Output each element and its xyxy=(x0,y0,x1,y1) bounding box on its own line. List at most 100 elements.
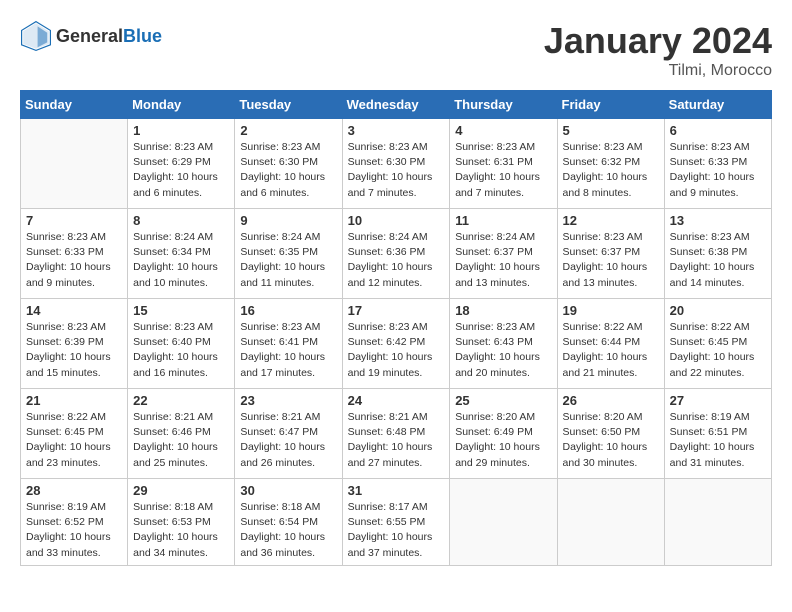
day-info: Sunrise: 8:20 AMSunset: 6:49 PMDaylight:… xyxy=(455,410,551,471)
weekday-header: Saturday xyxy=(664,91,771,119)
day-number: 17 xyxy=(348,303,445,318)
day-number: 12 xyxy=(563,213,659,228)
calendar-cell xyxy=(557,479,664,566)
day-number: 24 xyxy=(348,393,445,408)
month-title: January 2024 xyxy=(544,20,772,62)
logo-blue: Blue xyxy=(123,26,162,46)
calendar-cell: 12Sunrise: 8:23 AMSunset: 6:37 PMDayligh… xyxy=(557,209,664,299)
day-number: 5 xyxy=(563,123,659,138)
day-info: Sunrise: 8:23 AMSunset: 6:41 PMDaylight:… xyxy=(240,320,336,381)
day-number: 26 xyxy=(563,393,659,408)
calendar-cell xyxy=(664,479,771,566)
day-info: Sunrise: 8:23 AMSunset: 6:31 PMDaylight:… xyxy=(455,140,551,201)
day-info: Sunrise: 8:24 AMSunset: 6:36 PMDaylight:… xyxy=(348,230,445,291)
day-number: 7 xyxy=(26,213,122,228)
calendar-cell: 26 Sunrise: 8:20 AMSunset: 6:50 PMDayligh… xyxy=(557,389,664,479)
calendar-cell: 19Sunrise: 8:22 AMSunset: 6:44 PMDayligh… xyxy=(557,299,664,389)
calendar-cell: 23 Sunrise: 8:21 AMSunset: 6:47 PMDayligh… xyxy=(235,389,342,479)
calendar-cell: 7Sunrise: 8:23 AMSunset: 6:33 PMDaylight… xyxy=(21,209,128,299)
day-number: 30 xyxy=(240,483,336,498)
day-number: 1 xyxy=(133,123,229,138)
day-info: Sunrise: 8:22 AMSunset: 6:45 PMDaylight:… xyxy=(26,410,122,471)
day-info: Sunrise: 8:23 AMSunset: 6:33 PMDaylight:… xyxy=(670,140,766,201)
day-info: Sunrise: 8:21 AMSunset: 6:47 PMDaylight:… xyxy=(240,410,336,471)
calendar-cell: 5 Sunrise: 8:23 AMSunset: 6:32 PMDaylight… xyxy=(557,119,664,209)
day-info: Sunrise: 8:24 AMSunset: 6:35 PMDaylight:… xyxy=(240,230,336,291)
day-number: 11 xyxy=(455,213,551,228)
day-info: Sunrise: 8:18 AMSunset: 6:53 PMDaylight:… xyxy=(133,500,229,561)
day-number: 25 xyxy=(455,393,551,408)
weekday-header: Tuesday xyxy=(235,91,342,119)
calendar-cell xyxy=(450,479,557,566)
calendar-cell: 1 Sunrise: 8:23 AMSunset: 6:29 PMDaylight… xyxy=(128,119,235,209)
day-number: 3 xyxy=(348,123,445,138)
day-number: 18 xyxy=(455,303,551,318)
day-info: Sunrise: 8:18 AMSunset: 6:54 PMDaylight:… xyxy=(240,500,336,561)
day-number: 10 xyxy=(348,213,445,228)
day-number: 6 xyxy=(670,123,766,138)
day-info: Sunrise: 8:19 AMSunset: 6:52 PMDaylight:… xyxy=(26,500,122,561)
calendar-cell: 8 Sunrise: 8:24 AMSunset: 6:34 PMDaylight… xyxy=(128,209,235,299)
day-info: Sunrise: 8:23 AMSunset: 6:32 PMDaylight:… xyxy=(563,140,659,201)
day-number: 23 xyxy=(240,393,336,408)
day-info: Sunrise: 8:22 AMSunset: 6:44 PMDaylight:… xyxy=(563,320,659,381)
calendar-cell: 18Sunrise: 8:23 AMSunset: 6:43 PMDayligh… xyxy=(450,299,557,389)
calendar-cell: 6 Sunrise: 8:23 AMSunset: 6:33 PMDaylight… xyxy=(664,119,771,209)
calendar-cell: 4 Sunrise: 8:23 AMSunset: 6:31 PMDaylight… xyxy=(450,119,557,209)
day-info: Sunrise: 8:23 AMSunset: 6:42 PMDaylight:… xyxy=(348,320,445,381)
calendar-cell: 17 Sunrise: 8:23 AMSunset: 6:42 PMDayligh… xyxy=(342,299,450,389)
day-number: 14 xyxy=(26,303,122,318)
calendar-cell: 28 Sunrise: 8:19 AMSunset: 6:52 PMDayligh… xyxy=(21,479,128,566)
calendar-cell: 16Sunrise: 8:23 AMSunset: 6:41 PMDayligh… xyxy=(235,299,342,389)
day-number: 28 xyxy=(26,483,122,498)
day-info: Sunrise: 8:23 AMSunset: 6:39 PMDaylight:… xyxy=(26,320,122,381)
day-number: 15 xyxy=(133,303,229,318)
day-number: 20 xyxy=(670,303,766,318)
location-title: Tilmi, Morocco xyxy=(544,62,772,80)
page-header: GeneralBlue January 2024 Tilmi, Morocco xyxy=(20,20,772,80)
week-row: 1 Sunrise: 8:23 AMSunset: 6:29 PMDaylight… xyxy=(21,119,772,209)
week-row: 14 Sunrise: 8:23 AMSunset: 6:39 PMDayligh… xyxy=(21,299,772,389)
day-number: 8 xyxy=(133,213,229,228)
calendar-cell: 24 Sunrise: 8:21 AMSunset: 6:48 PMDayligh… xyxy=(342,389,450,479)
day-info: Sunrise: 8:23 AMSunset: 6:38 PMDaylight:… xyxy=(670,230,766,291)
day-info: Sunrise: 8:23 AMSunset: 6:30 PMDaylight:… xyxy=(240,140,336,201)
calendar-cell: 2 Sunrise: 8:23 AMSunset: 6:30 PMDaylight… xyxy=(235,119,342,209)
day-number: 21 xyxy=(26,393,122,408)
day-number: 4 xyxy=(455,123,551,138)
calendar-cell: 3 Sunrise: 8:23 AMSunset: 6:30 PMDaylight… xyxy=(342,119,450,209)
calendar-cell: 13Sunrise: 8:23 AMSunset: 6:38 PMDayligh… xyxy=(664,209,771,299)
logo-icon xyxy=(20,20,52,52)
day-info: Sunrise: 8:17 AMSunset: 6:55 PMDaylight:… xyxy=(348,500,445,561)
day-info: Sunrise: 8:23 AMSunset: 6:29 PMDaylight:… xyxy=(133,140,229,201)
calendar-cell: 14 Sunrise: 8:23 AMSunset: 6:39 PMDayligh… xyxy=(21,299,128,389)
day-number: 29 xyxy=(133,483,229,498)
calendar-cell: 31 Sunrise: 8:17 AMSunset: 6:55 PMDayligh… xyxy=(342,479,450,566)
day-info: Sunrise: 8:21 AMSunset: 6:48 PMDaylight:… xyxy=(348,410,445,471)
week-row: 28 Sunrise: 8:19 AMSunset: 6:52 PMDayligh… xyxy=(21,479,772,566)
day-number: 27 xyxy=(670,393,766,408)
calendar-cell: 27 Sunrise: 8:19 AMSunset: 6:51 PMDayligh… xyxy=(664,389,771,479)
day-info: Sunrise: 8:23 AMSunset: 6:40 PMDaylight:… xyxy=(133,320,229,381)
calendar-cell: 20Sunrise: 8:22 AMSunset: 6:45 PMDayligh… xyxy=(664,299,771,389)
weekday-header-row: SundayMondayTuesdayWednesdayThursdayFrid… xyxy=(21,91,772,119)
week-row: 7Sunrise: 8:23 AMSunset: 6:33 PMDaylight… xyxy=(21,209,772,299)
day-info: Sunrise: 8:24 AMSunset: 6:37 PMDaylight:… xyxy=(455,230,551,291)
day-info: Sunrise: 8:20 AMSunset: 6:50 PMDaylight:… xyxy=(563,410,659,471)
weekday-header: Monday xyxy=(128,91,235,119)
logo-general: General xyxy=(56,26,123,46)
day-number: 2 xyxy=(240,123,336,138)
day-info: Sunrise: 8:24 AMSunset: 6:34 PMDaylight:… xyxy=(133,230,229,291)
calendar-table: SundayMondayTuesdayWednesdayThursdayFrid… xyxy=(20,90,772,566)
day-info: Sunrise: 8:23 AMSunset: 6:30 PMDaylight:… xyxy=(348,140,445,201)
calendar-cell: 29 Sunrise: 8:18 AMSunset: 6:53 PMDayligh… xyxy=(128,479,235,566)
weekday-header: Wednesday xyxy=(342,91,450,119)
day-info: Sunrise: 8:19 AMSunset: 6:51 PMDaylight:… xyxy=(670,410,766,471)
day-number: 31 xyxy=(348,483,445,498)
logo: GeneralBlue xyxy=(20,20,162,52)
weekday-header: Friday xyxy=(557,91,664,119)
calendar-cell: 15 Sunrise: 8:23 AMSunset: 6:40 PMDayligh… xyxy=(128,299,235,389)
day-number: 9 xyxy=(240,213,336,228)
day-number: 22 xyxy=(133,393,229,408)
day-info: Sunrise: 8:21 AMSunset: 6:46 PMDaylight:… xyxy=(133,410,229,471)
